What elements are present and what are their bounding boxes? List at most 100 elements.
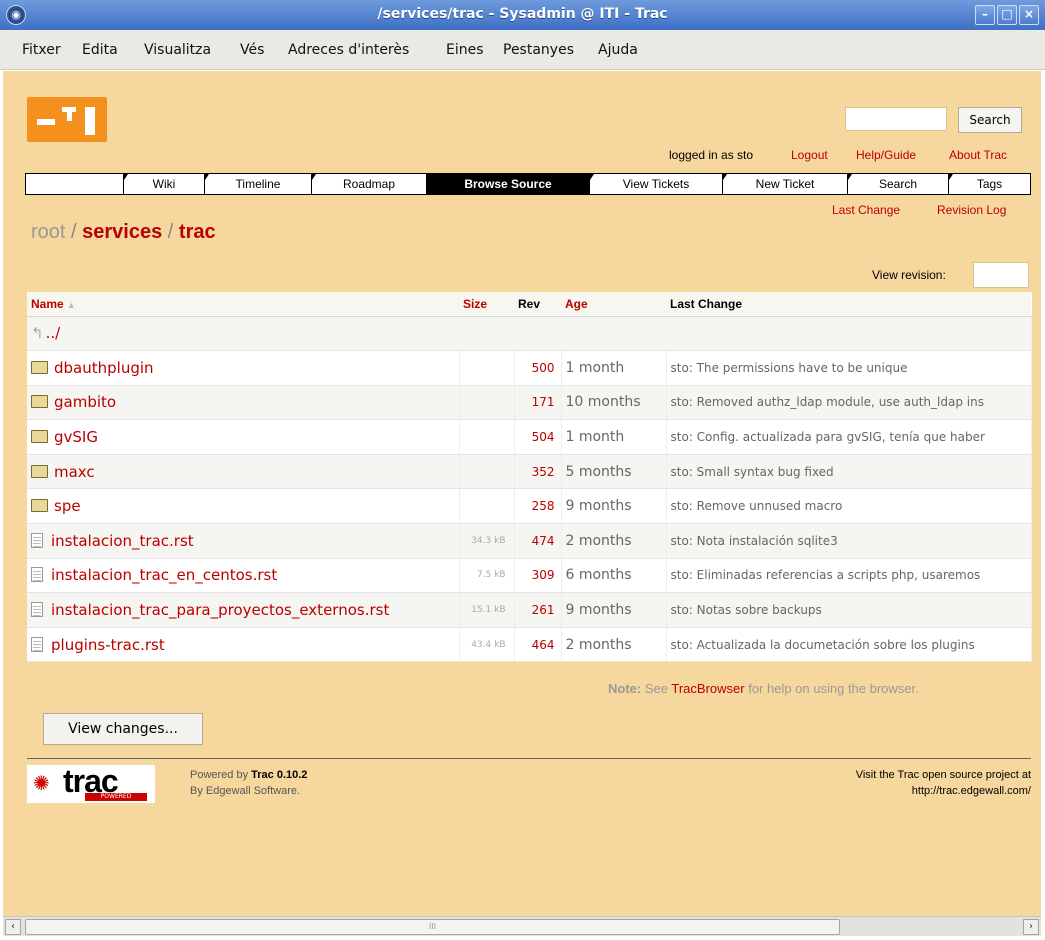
entry-last-change: sto: Small syntax bug fixed	[666, 454, 1032, 490]
breadcrumb: root / services / trac	[31, 221, 216, 244]
menu-eines[interactable]: Eines	[446, 42, 484, 58]
table-row: plugins-trac.rst 43.4 kB 464 2 months sto: A…	[27, 627, 1032, 663]
entry-size	[459, 419, 515, 455]
folder-icon	[31, 360, 48, 374]
breadcrumb-services[interactable]: services	[82, 221, 162, 243]
tab-view-tickets[interactable]: View Tickets	[589, 174, 722, 194]
entry-name[interactable]: plugins-trac.rst	[27, 627, 460, 663]
view-revision-input[interactable]	[973, 262, 1029, 288]
tab-new-ticket[interactable]: New Ticket	[722, 174, 847, 194]
entry-rev-link[interactable]: 309	[514, 558, 562, 594]
iti-logo[interactable]	[27, 97, 107, 142]
logout-link[interactable]: Logout	[791, 148, 828, 162]
entry-name[interactable]: dbauthplugin	[27, 350, 460, 386]
menu-fitxer[interactable]: Fitxer	[22, 42, 61, 58]
entry-rev-link[interactable]: 504	[514, 419, 562, 455]
entry-age[interactable]: 2 months	[561, 627, 667, 663]
entry-name[interactable]: instalacion_trac.rst	[27, 523, 460, 559]
search-input[interactable]	[845, 107, 947, 131]
menu-edita[interactable]: Edita	[82, 42, 118, 58]
entry-size	[459, 454, 515, 490]
entry-size: 43.4 kB	[459, 627, 515, 663]
entry-age[interactable]: 6 months	[561, 558, 667, 594]
entry-last-change: sto: Actualizada la documetación sobre l…	[666, 627, 1032, 663]
entry-last-change: sto: Eliminadas referencias a scripts ph…	[666, 558, 1032, 594]
column-name[interactable]: Name ▲	[27, 292, 459, 317]
scroll-right-icon[interactable]: ›	[1023, 919, 1039, 935]
parent-dir-link[interactable]: ../	[46, 324, 61, 342]
breadcrumb-separator: /	[71, 221, 77, 243]
scrollbar-thumb[interactable]: III	[25, 919, 840, 935]
last-change-link[interactable]: Last Change	[832, 203, 900, 217]
column-last-change[interactable]: Last Change	[666, 292, 1031, 317]
tab-browse-source[interactable]: Browse Source	[426, 174, 589, 194]
close-button[interactable]: ×	[1019, 5, 1039, 25]
entry-name[interactable]: spe	[27, 488, 460, 525]
table-row: gambito 171 10 months sto: Removed authz_ld…	[27, 385, 1032, 421]
trac-url-link[interactable]: http://trac.edgewall.com/	[912, 785, 1031, 797]
file-icon	[31, 636, 43, 652]
entry-age[interactable]: 10 months	[561, 385, 667, 421]
menu-ajuda[interactable]: Ajuda	[598, 42, 638, 58]
entry-age[interactable]: 1 month	[561, 419, 667, 455]
about-trac-link[interactable]: About Trac	[949, 148, 1007, 162]
entry-name[interactable]: gvSIG	[27, 419, 460, 455]
entry-age[interactable]: 1 month	[561, 350, 667, 386]
logged-in-label: logged in as sto	[669, 148, 754, 162]
entry-age[interactable]: 9 months	[561, 592, 667, 628]
minimize-button[interactable]: –	[975, 5, 995, 25]
entry-name[interactable]: instalacion_trac_en_centos.rst	[27, 558, 460, 594]
window-titlebar: ◉ /services/trac - Sysadmin @ ITI - Trac…	[0, 0, 1045, 30]
menu-adreces[interactable]: Adreces d'interès	[288, 42, 409, 58]
entry-last-change: sto: Notas sobre backups	[666, 592, 1032, 628]
entry-age[interactable]: 9 months	[561, 488, 667, 525]
maximize-button[interactable]: □	[997, 5, 1017, 25]
entry-last-change: sto: Remove unnused macro	[666, 488, 1032, 525]
directory-listing: Name ▲ Size Rev Age Last Change ↰ ../ dbau…	[27, 292, 1032, 663]
entry-rev-link[interactable]: 171	[514, 385, 562, 421]
page-viewport: Search logged in as sto Logout Help/Guid…	[3, 71, 1041, 916]
entry-rev-link[interactable]: 474	[514, 523, 562, 559]
entry-rev-link[interactable]: 258	[514, 488, 562, 525]
menu-ves[interactable]: Vés	[240, 42, 264, 58]
column-age[interactable]: Age	[561, 292, 666, 317]
entry-age[interactable]: 2 months	[561, 523, 667, 559]
trac-browser-link[interactable]: TracBrowser	[671, 681, 744, 696]
search-button[interactable]: Search	[958, 107, 1022, 133]
breadcrumb-root[interactable]: root	[31, 221, 65, 243]
help-guide-link[interactable]: Help/Guide	[856, 148, 916, 162]
file-icon	[31, 532, 43, 548]
entry-rev-link[interactable]: 352	[514, 454, 562, 490]
help-note: Note: See TracBrowser for help on using …	[608, 681, 919, 696]
view-revision-label: View revision:	[872, 268, 946, 282]
table-row: instalacion_trac_para_proyectos_externos…	[27, 592, 1032, 628]
column-rev[interactable]: Rev	[514, 292, 561, 317]
tab-roadmap[interactable]: Roadmap	[311, 174, 426, 194]
entry-name[interactable]: instalacion_trac_para_proyectos_externos…	[27, 592, 460, 628]
scroll-left-icon[interactable]: ‹	[5, 919, 21, 935]
tab-wiki[interactable]: Wiki	[123, 174, 204, 194]
entry-size: 7.5 kB	[459, 558, 515, 594]
entry-rev-link[interactable]: 464	[514, 627, 562, 663]
entry-name[interactable]: maxc	[27, 454, 460, 490]
horizontal-scrollbar[interactable]: ‹ III ›	[3, 916, 1041, 936]
tab-tags[interactable]: Tags	[948, 174, 1030, 194]
tab-search[interactable]: Search	[847, 174, 948, 194]
view-changes-button[interactable]: View changes...	[43, 713, 203, 745]
file-icon	[31, 602, 43, 618]
trac-powered-logo[interactable]: ✺ trac POWERED	[27, 763, 155, 803]
entry-age[interactable]: 5 months	[561, 454, 667, 490]
entry-name[interactable]: gambito	[27, 385, 460, 421]
parent-dir-row[interactable]: ↰ ../	[27, 316, 1032, 352]
footer-divider	[27, 758, 1031, 759]
table-row: gvSIG 504 1 month sto: Config. actualizada …	[27, 419, 1032, 455]
revision-log-link[interactable]: Revision Log	[937, 203, 1006, 217]
menu-visualitza[interactable]: Visualitza	[144, 42, 211, 58]
entry-rev-link[interactable]: 500	[514, 350, 562, 386]
folder-icon	[31, 499, 48, 513]
tab-timeline[interactable]: Timeline	[204, 174, 311, 194]
menu-pestanyes[interactable]: Pestanyes	[503, 42, 574, 58]
column-size[interactable]: Size	[459, 292, 514, 317]
entry-last-change: sto: The permissions have to be unique	[666, 350, 1032, 386]
entry-rev-link[interactable]: 261	[514, 592, 562, 628]
